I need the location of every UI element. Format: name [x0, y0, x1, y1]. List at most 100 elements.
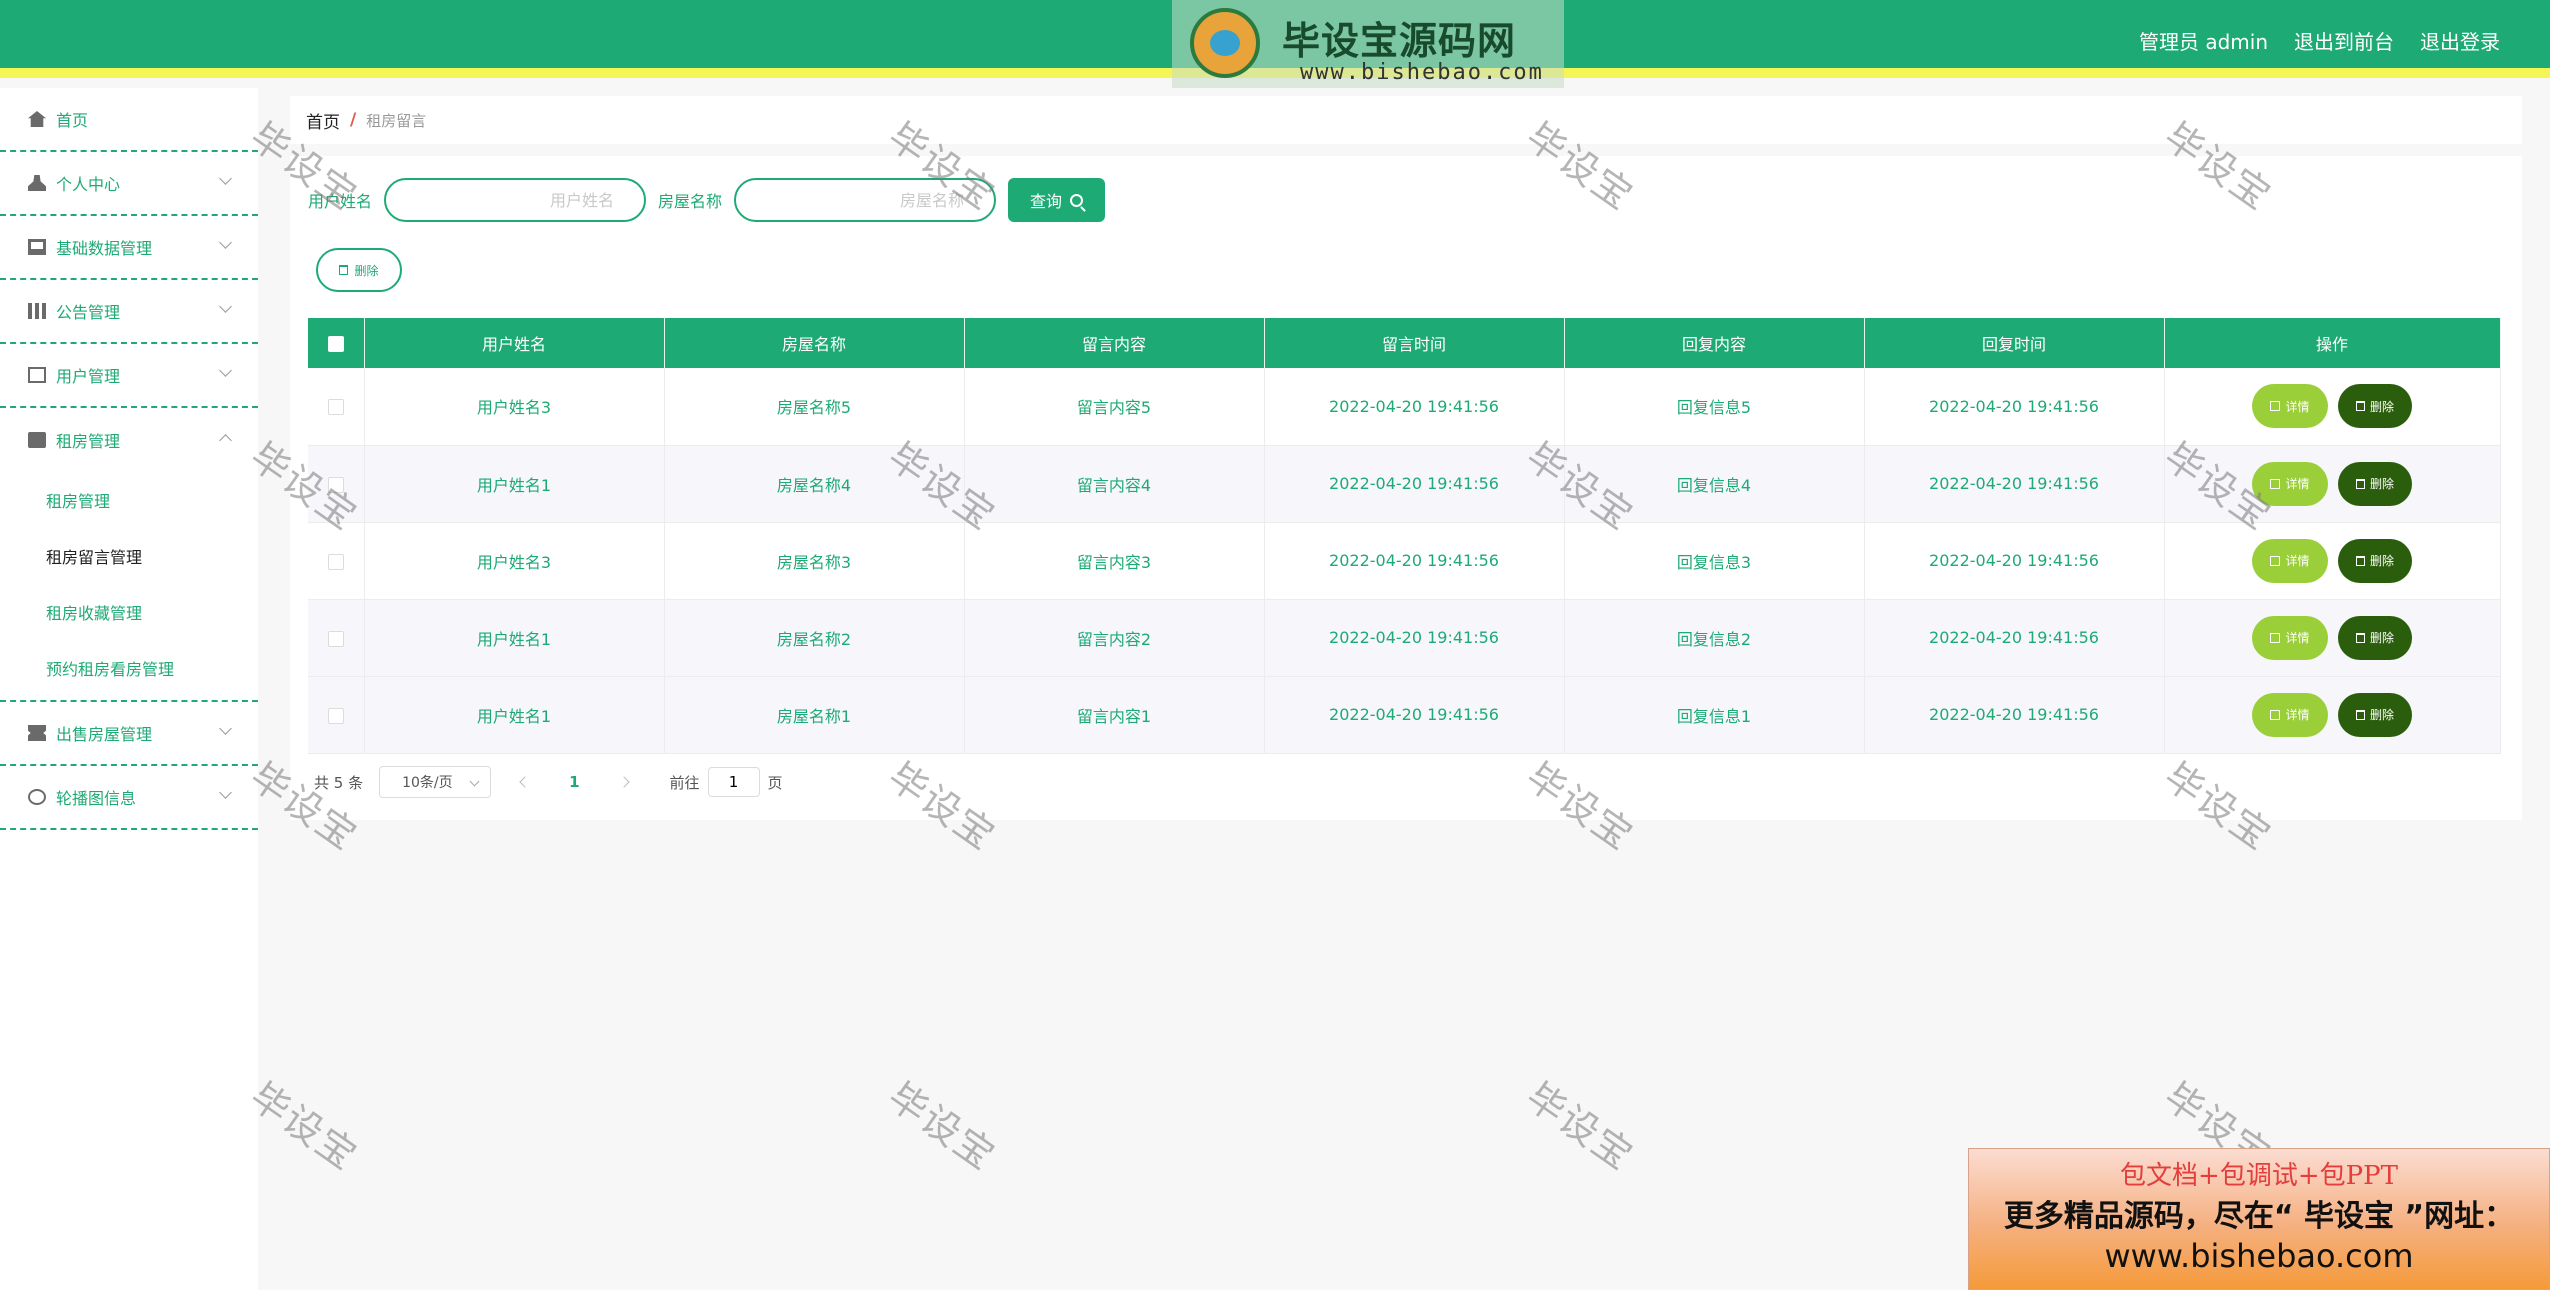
user-name-input[interactable]	[384, 178, 647, 222]
watermark: 毕设宝	[242, 1073, 366, 1179]
cell-house-name: 房屋名称4	[664, 445, 965, 523]
table-row: 用户姓名1 房屋名称4 留言内容4 2022-04-20 19:41:56 回复…	[308, 445, 2501, 523]
detail-button[interactable]: 详情	[2252, 615, 2328, 660]
sidebar-item-users[interactable]: 用户管理	[0, 344, 258, 408]
submenu-rental-manage[interactable]: 租房管理	[0, 472, 258, 528]
cell-reply-content: 回复信息2	[1564, 599, 1865, 677]
cell-reply-time: 2022-04-20 19:41:56	[1864, 599, 2165, 677]
detail-button[interactable]: 详情	[2252, 538, 2328, 583]
col-message-time: 留言时间	[1264, 318, 1565, 368]
sidebar-item-notice[interactable]: 公告管理	[0, 280, 258, 344]
row-checkbox[interactable]	[327, 476, 344, 493]
chevron-down-icon	[219, 364, 232, 377]
trash-icon	[2355, 478, 2365, 489]
detail-label: 详情	[2285, 708, 2310, 722]
page-jump: 前往 页	[670, 767, 783, 797]
detail-button[interactable]: 详情	[2252, 384, 2328, 429]
sidebar-item-label: 租房管理	[56, 432, 121, 451]
col-reply-content: 回复内容	[1564, 318, 1865, 368]
sidebar-item-rental[interactable]: 租房管理	[0, 408, 258, 472]
row-checkbox[interactable]	[327, 399, 344, 416]
select-all-cell	[308, 318, 365, 368]
row-delete-label: 删除	[2369, 554, 2394, 568]
cell-message-content: 留言内容1	[964, 676, 1265, 754]
promo-line-3: www.bishebao.com	[2104, 1237, 2414, 1275]
detail-icon	[2270, 555, 2281, 566]
header-actions: 管理员 admin 退出到前台 退出登录	[2139, 26, 2500, 55]
row-delete-button[interactable]: 删除	[2338, 538, 2412, 583]
row-delete-label: 删除	[2369, 708, 2394, 722]
page-size-select[interactable]: 10条/页	[379, 766, 492, 798]
cell-actions: 详情 删除	[2164, 676, 2501, 754]
sidebar-item-profile[interactable]: 个人中心	[0, 152, 258, 216]
sidebar: 首页 个人中心 基础数据管理 公告管理 用户管理 租房管理 租房管理 租房留言管…	[0, 88, 258, 1290]
back-to-front-link[interactable]: 退出到前台	[2294, 26, 2394, 55]
row-delete-button[interactable]: 删除	[2338, 461, 2412, 506]
page-number[interactable]: 1	[569, 773, 579, 791]
cell-reply-content: 回复信息4	[1564, 445, 1865, 523]
cell-user-name: 用户姓名1	[364, 676, 665, 754]
prev-page-icon[interactable]	[519, 776, 531, 788]
cell-reply-time: 2022-04-20 19:41:56	[1864, 368, 2165, 446]
table-row: 用户姓名1 房屋名称1 留言内容1 2022-04-20 19:41:56 回复…	[308, 676, 2501, 754]
logo-icon	[1190, 8, 1260, 78]
cell-reply-content: 回复信息3	[1564, 522, 1865, 600]
row-checkbox[interactable]	[327, 553, 344, 570]
row-select-cell	[308, 676, 365, 754]
detail-button[interactable]: 详情	[2252, 461, 2328, 506]
next-page-icon[interactable]	[617, 776, 630, 788]
submenu-rental-favorite[interactable]: 租房收藏管理	[0, 584, 258, 640]
trash-icon	[2355, 401, 2365, 412]
logo-title: 毕设宝源码网	[1282, 18, 1517, 63]
trash-icon	[2355, 709, 2365, 720]
sidebar-item-label: 首页	[56, 111, 89, 130]
sidebar-item-label: 基础数据管理	[56, 239, 153, 258]
logout-link[interactable]: 退出登录	[2420, 26, 2500, 55]
chevron-up-icon	[219, 434, 232, 447]
detail-icon	[2270, 709, 2281, 720]
sidebar-item-home[interactable]: 首页	[0, 88, 258, 152]
sidebar-item-label: 用户管理	[56, 367, 121, 386]
batch-delete-label: 删除	[354, 263, 379, 278]
chevron-down-icon	[219, 786, 232, 799]
detail-label: 详情	[2285, 554, 2310, 568]
table-row: 用户姓名1 房屋名称2 留言内容2 2022-04-20 19:41:56 回复…	[308, 599, 2501, 677]
logo-banner: 毕设宝源码网 www.bishebao.com	[1172, 0, 1564, 88]
house-name-input[interactable]	[734, 178, 997, 222]
trash-icon	[2355, 555, 2365, 566]
submenu-rental-message[interactable]: 租房留言管理	[0, 528, 258, 584]
aim-icon	[28, 789, 46, 805]
page-size-value: 10条/页	[402, 775, 453, 791]
goto-page-input[interactable]	[707, 767, 760, 797]
sidebar-item-sale[interactable]: 出售房屋管理	[0, 702, 258, 766]
total-count: 共 5 条	[314, 773, 364, 792]
batch-delete-button[interactable]: 删除	[316, 248, 402, 292]
col-house-name: 房屋名称	[664, 318, 965, 368]
breadcrumb-current: 租房留言	[366, 111, 427, 130]
sidebar-item-base-data[interactable]: 基础数据管理	[0, 216, 258, 280]
goto-label: 前往	[669, 773, 700, 792]
detail-button[interactable]: 详情	[2252, 692, 2328, 737]
row-checkbox[interactable]	[327, 707, 344, 724]
query-button[interactable]: 查询	[1008, 178, 1106, 222]
table-header-row: 用户姓名 房屋名称 留言内容 留言时间 回复内容 回复时间 操作	[308, 318, 2501, 368]
breadcrumb-home[interactable]: 首页	[306, 108, 340, 133]
watermark: 毕设宝	[1518, 1073, 1642, 1179]
row-delete-button[interactable]: 删除	[2338, 615, 2412, 660]
row-delete-button[interactable]: 删除	[2338, 692, 2412, 737]
user-icon	[28, 175, 46, 191]
submenu-rental-viewing[interactable]: 预约租房看房管理	[0, 640, 258, 696]
cell-user-name: 用户姓名3	[364, 522, 665, 600]
sidebar-item-carousel[interactable]: 轮播图信息	[0, 766, 258, 830]
top-header: 毕设宝源码网 www.bishebao.com 管理员 admin 退出到前台 …	[0, 0, 2550, 88]
breadcrumb: 首页 / 租房留言	[290, 96, 2522, 144]
row-checkbox[interactable]	[327, 630, 344, 647]
row-select-cell	[308, 522, 365, 600]
logo-url: www.bishebao.com	[1300, 60, 1544, 85]
grid-icon	[28, 303, 46, 319]
detail-label: 详情	[2285, 477, 2310, 491]
admin-label: 管理员 admin	[2138, 30, 2268, 54]
select-all-checkbox[interactable]	[327, 336, 344, 352]
row-delete-button[interactable]: 删除	[2338, 384, 2412, 429]
id-card-icon	[28, 367, 46, 383]
